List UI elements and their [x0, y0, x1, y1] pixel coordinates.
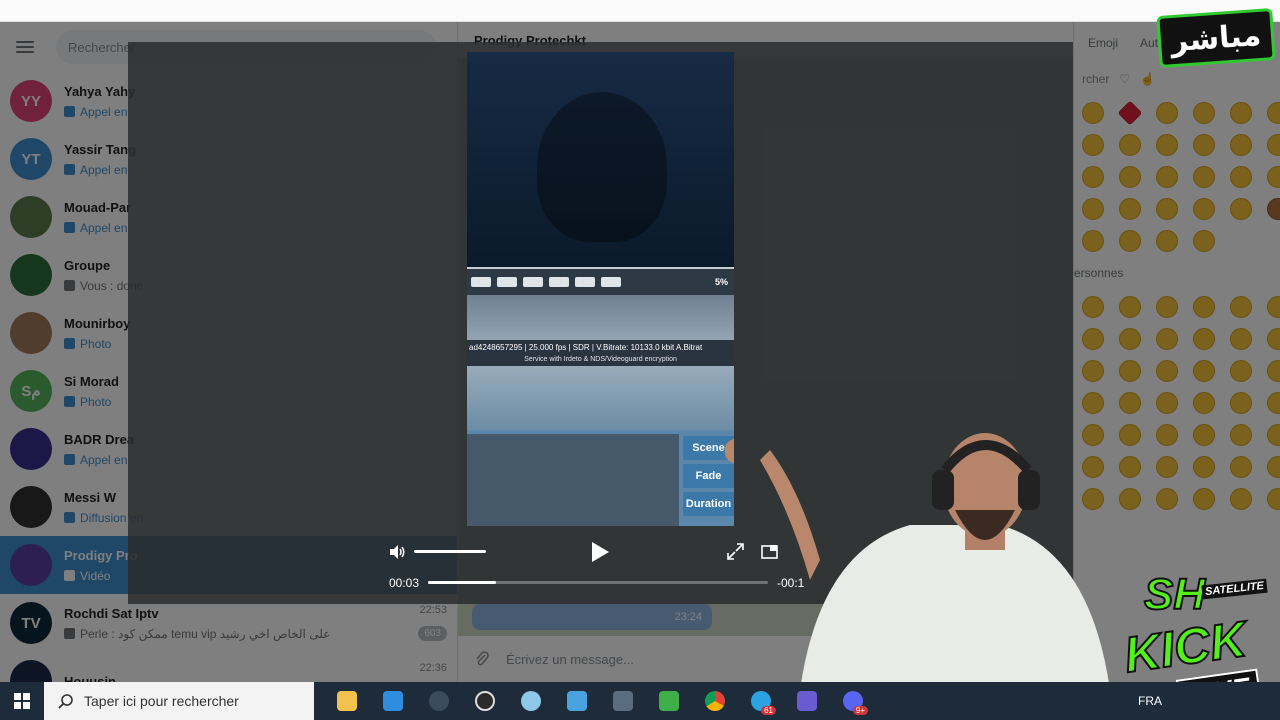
mail-icon	[383, 691, 403, 711]
tv-bar-icon	[549, 277, 569, 287]
tv-status-bar: 5%	[467, 267, 734, 295]
taskbar-paint[interactable]	[508, 682, 554, 720]
seek-progress	[428, 581, 496, 584]
tv-encryption-line: Service with Irdeto & NDS/Videoguard enc…	[467, 354, 734, 366]
taskbar-search-input[interactable]: Taper ici pour rechercher	[84, 693, 239, 709]
language-indicator[interactable]: FRA	[1138, 694, 1162, 708]
tv-bar-icon	[575, 277, 595, 287]
telegram-badge: 61	[761, 706, 776, 715]
tv-menu-panel	[467, 434, 679, 526]
app-icon	[567, 691, 587, 711]
volume-slider[interactable]	[414, 550, 486, 553]
taskbar-search[interactable]: Taper ici pour rechercher	[44, 682, 314, 720]
sh-logo-text: SH	[1143, 569, 1206, 620]
video-frame[interactable]: 5% ad4248657295 | 25.000 fps | SDR | V.B…	[467, 52, 734, 526]
network-icon	[659, 691, 679, 711]
taskbar-discord[interactable]: 9+	[830, 682, 876, 720]
windows-start-button[interactable]	[0, 682, 44, 720]
media-icon	[475, 691, 495, 711]
live-badge-logo: مباشر	[1156, 8, 1276, 68]
taskbar-mail[interactable]	[370, 682, 416, 720]
volume-icon[interactable]	[388, 544, 406, 560]
windows-taskbar: Taper ici pour rechercher 61 9+	[0, 682, 1280, 720]
tv-bar-icon	[601, 277, 621, 287]
tv-bar-icon	[471, 277, 491, 287]
tv-info-line: ad4248657295 | 25.000 fps | SDR | V.Bitr…	[467, 340, 734, 354]
chrome-icon	[705, 691, 725, 711]
folder-icon	[337, 691, 357, 711]
streamer-webcam	[760, 433, 1110, 690]
taskbar-satellite-app[interactable]	[784, 682, 830, 720]
tv-fade-button: Fade	[683, 464, 734, 488]
play-icon[interactable]	[589, 540, 611, 564]
taskbar-file-explorer[interactable]	[324, 682, 370, 720]
discord-badge: 9+	[852, 706, 868, 715]
paint-icon	[521, 691, 541, 711]
current-time: 00:03	[389, 576, 420, 590]
taskbar-apps: 61 9+	[324, 682, 876, 720]
seek-bar[interactable]	[428, 581, 768, 584]
satellite-logo-text: SATELLITE	[1201, 578, 1268, 600]
taskbar-camera[interactable]	[416, 682, 462, 720]
tv-duration-button: Duration	[683, 492, 734, 516]
tv-percent: 5%	[714, 277, 728, 287]
taskbar-telegram[interactable]: 61	[738, 682, 784, 720]
video-shadow	[537, 92, 667, 242]
taskbar-chrome[interactable]	[692, 682, 738, 720]
tv-bar-icon	[497, 277, 517, 287]
camera-icon	[429, 691, 449, 711]
taskbar-calculator[interactable]	[600, 682, 646, 720]
taskbar-app-blue[interactable]	[554, 682, 600, 720]
window-top-strip	[0, 0, 1280, 22]
satellite-icon	[797, 691, 817, 711]
windows-logo-icon	[14, 693, 30, 709]
search-icon	[58, 694, 73, 709]
calculator-icon	[613, 691, 633, 711]
fullscreen-icon[interactable]	[727, 543, 744, 560]
taskbar-network-app[interactable]	[646, 682, 692, 720]
tv-bar-icon	[523, 277, 543, 287]
taskbar-media-app[interactable]	[462, 682, 508, 720]
